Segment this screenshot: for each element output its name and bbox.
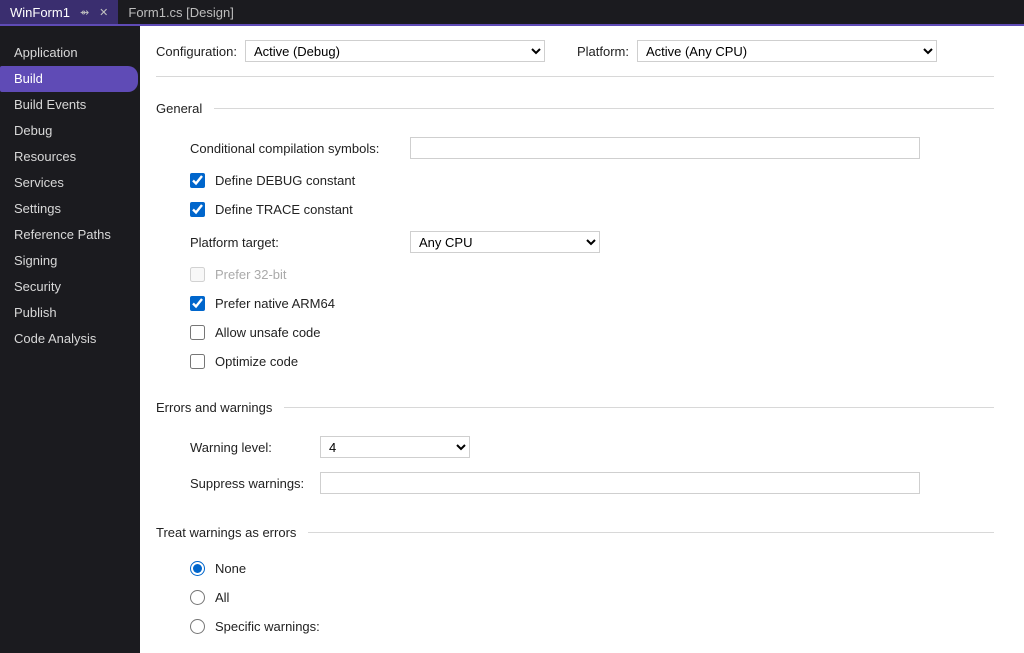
sidebar-item-application[interactable]: Application <box>0 40 140 66</box>
platform-label: Platform: <box>577 44 629 59</box>
section-title: Errors and warnings <box>156 400 272 415</box>
sidebar-item-security[interactable]: Security <box>0 274 140 300</box>
treat-all-label: All <box>215 590 229 605</box>
treat-specific-label: Specific warnings: <box>215 619 320 634</box>
define-debug-checkbox[interactable] <box>190 173 205 188</box>
config-platform-row: Configuration: Active (Debug) Platform: … <box>156 40 994 77</box>
tab-bar: WinForm1 ⇴ ✕ Form1.cs [Design] <box>0 0 1024 26</box>
sidebar-item-code-analysis[interactable]: Code Analysis <box>0 326 140 352</box>
platform-target-select[interactable]: Any CPU <box>410 231 600 253</box>
tab-winform1[interactable]: WinForm1 ⇴ ✕ <box>0 0 118 24</box>
pin-icon[interactable]: ⇴ <box>80 6 89 19</box>
sidebar-item-build[interactable]: Build <box>0 66 138 92</box>
platform-select[interactable]: Active (Any CPU) <box>637 40 937 62</box>
define-debug-label: Define DEBUG constant <box>215 173 355 188</box>
tab-title: WinForm1 <box>10 5 70 20</box>
allow-unsafe-checkbox[interactable] <box>190 325 205 340</box>
sidebar-item-publish[interactable]: Publish <box>0 300 140 326</box>
configuration-select[interactable]: Active (Debug) <box>245 40 545 62</box>
prefer-arm64-checkbox[interactable] <box>190 296 205 311</box>
properties-pane: Configuration: Active (Debug) Platform: … <box>140 26 1024 653</box>
suppress-warnings-label: Suppress warnings: <box>190 476 320 491</box>
treat-specific-radio[interactable] <box>190 619 205 634</box>
prefer-32bit-checkbox <box>190 267 205 282</box>
sidebar-item-services[interactable]: Services <box>0 170 140 196</box>
sidebar-item-build-events[interactable]: Build Events <box>0 92 140 118</box>
section-general-header: General <box>156 101 994 116</box>
divider <box>284 407 994 408</box>
divider <box>214 108 994 109</box>
platform-target-label: Platform target: <box>190 235 410 250</box>
treat-all-radio[interactable] <box>190 590 205 605</box>
treat-none-label: None <box>215 561 246 576</box>
section-title: General <box>156 101 202 116</box>
configuration-label: Configuration: <box>156 44 237 59</box>
tab-title: Form1.cs [Design] <box>128 5 233 20</box>
define-trace-label: Define TRACE constant <box>215 202 353 217</box>
suppress-warnings-input[interactable] <box>320 472 920 494</box>
section-treat-header: Treat warnings as errors <box>156 525 994 540</box>
divider <box>308 532 994 533</box>
prefer-32bit-label: Prefer 32-bit <box>215 267 287 282</box>
tab-form1-design[interactable]: Form1.cs [Design] <box>118 0 243 24</box>
optimize-code-checkbox[interactable] <box>190 354 205 369</box>
sidebar-item-reference-paths[interactable]: Reference Paths <box>0 222 140 248</box>
sidebar-item-resources[interactable]: Resources <box>0 144 140 170</box>
optimize-code-label: Optimize code <box>215 354 298 369</box>
allow-unsafe-label: Allow unsafe code <box>215 325 321 340</box>
warning-level-label: Warning level: <box>190 440 320 455</box>
close-icon[interactable]: ✕ <box>99 6 108 19</box>
sidebar-item-signing[interactable]: Signing <box>0 248 140 274</box>
prefer-arm64-label: Prefer native ARM64 <box>215 296 335 311</box>
define-trace-checkbox[interactable] <box>190 202 205 217</box>
section-title: Treat warnings as errors <box>156 525 296 540</box>
sidebar-item-settings[interactable]: Settings <box>0 196 140 222</box>
sidebar-item-debug[interactable]: Debug <box>0 118 140 144</box>
cond-symbols-label: Conditional compilation symbols: <box>190 141 410 156</box>
treat-none-radio[interactable] <box>190 561 205 576</box>
warning-level-select[interactable]: 4 <box>320 436 470 458</box>
section-warnings-header: Errors and warnings <box>156 400 994 415</box>
sidebar: Application Build Build Events Debug Res… <box>0 26 140 653</box>
cond-symbols-input[interactable] <box>410 137 920 159</box>
